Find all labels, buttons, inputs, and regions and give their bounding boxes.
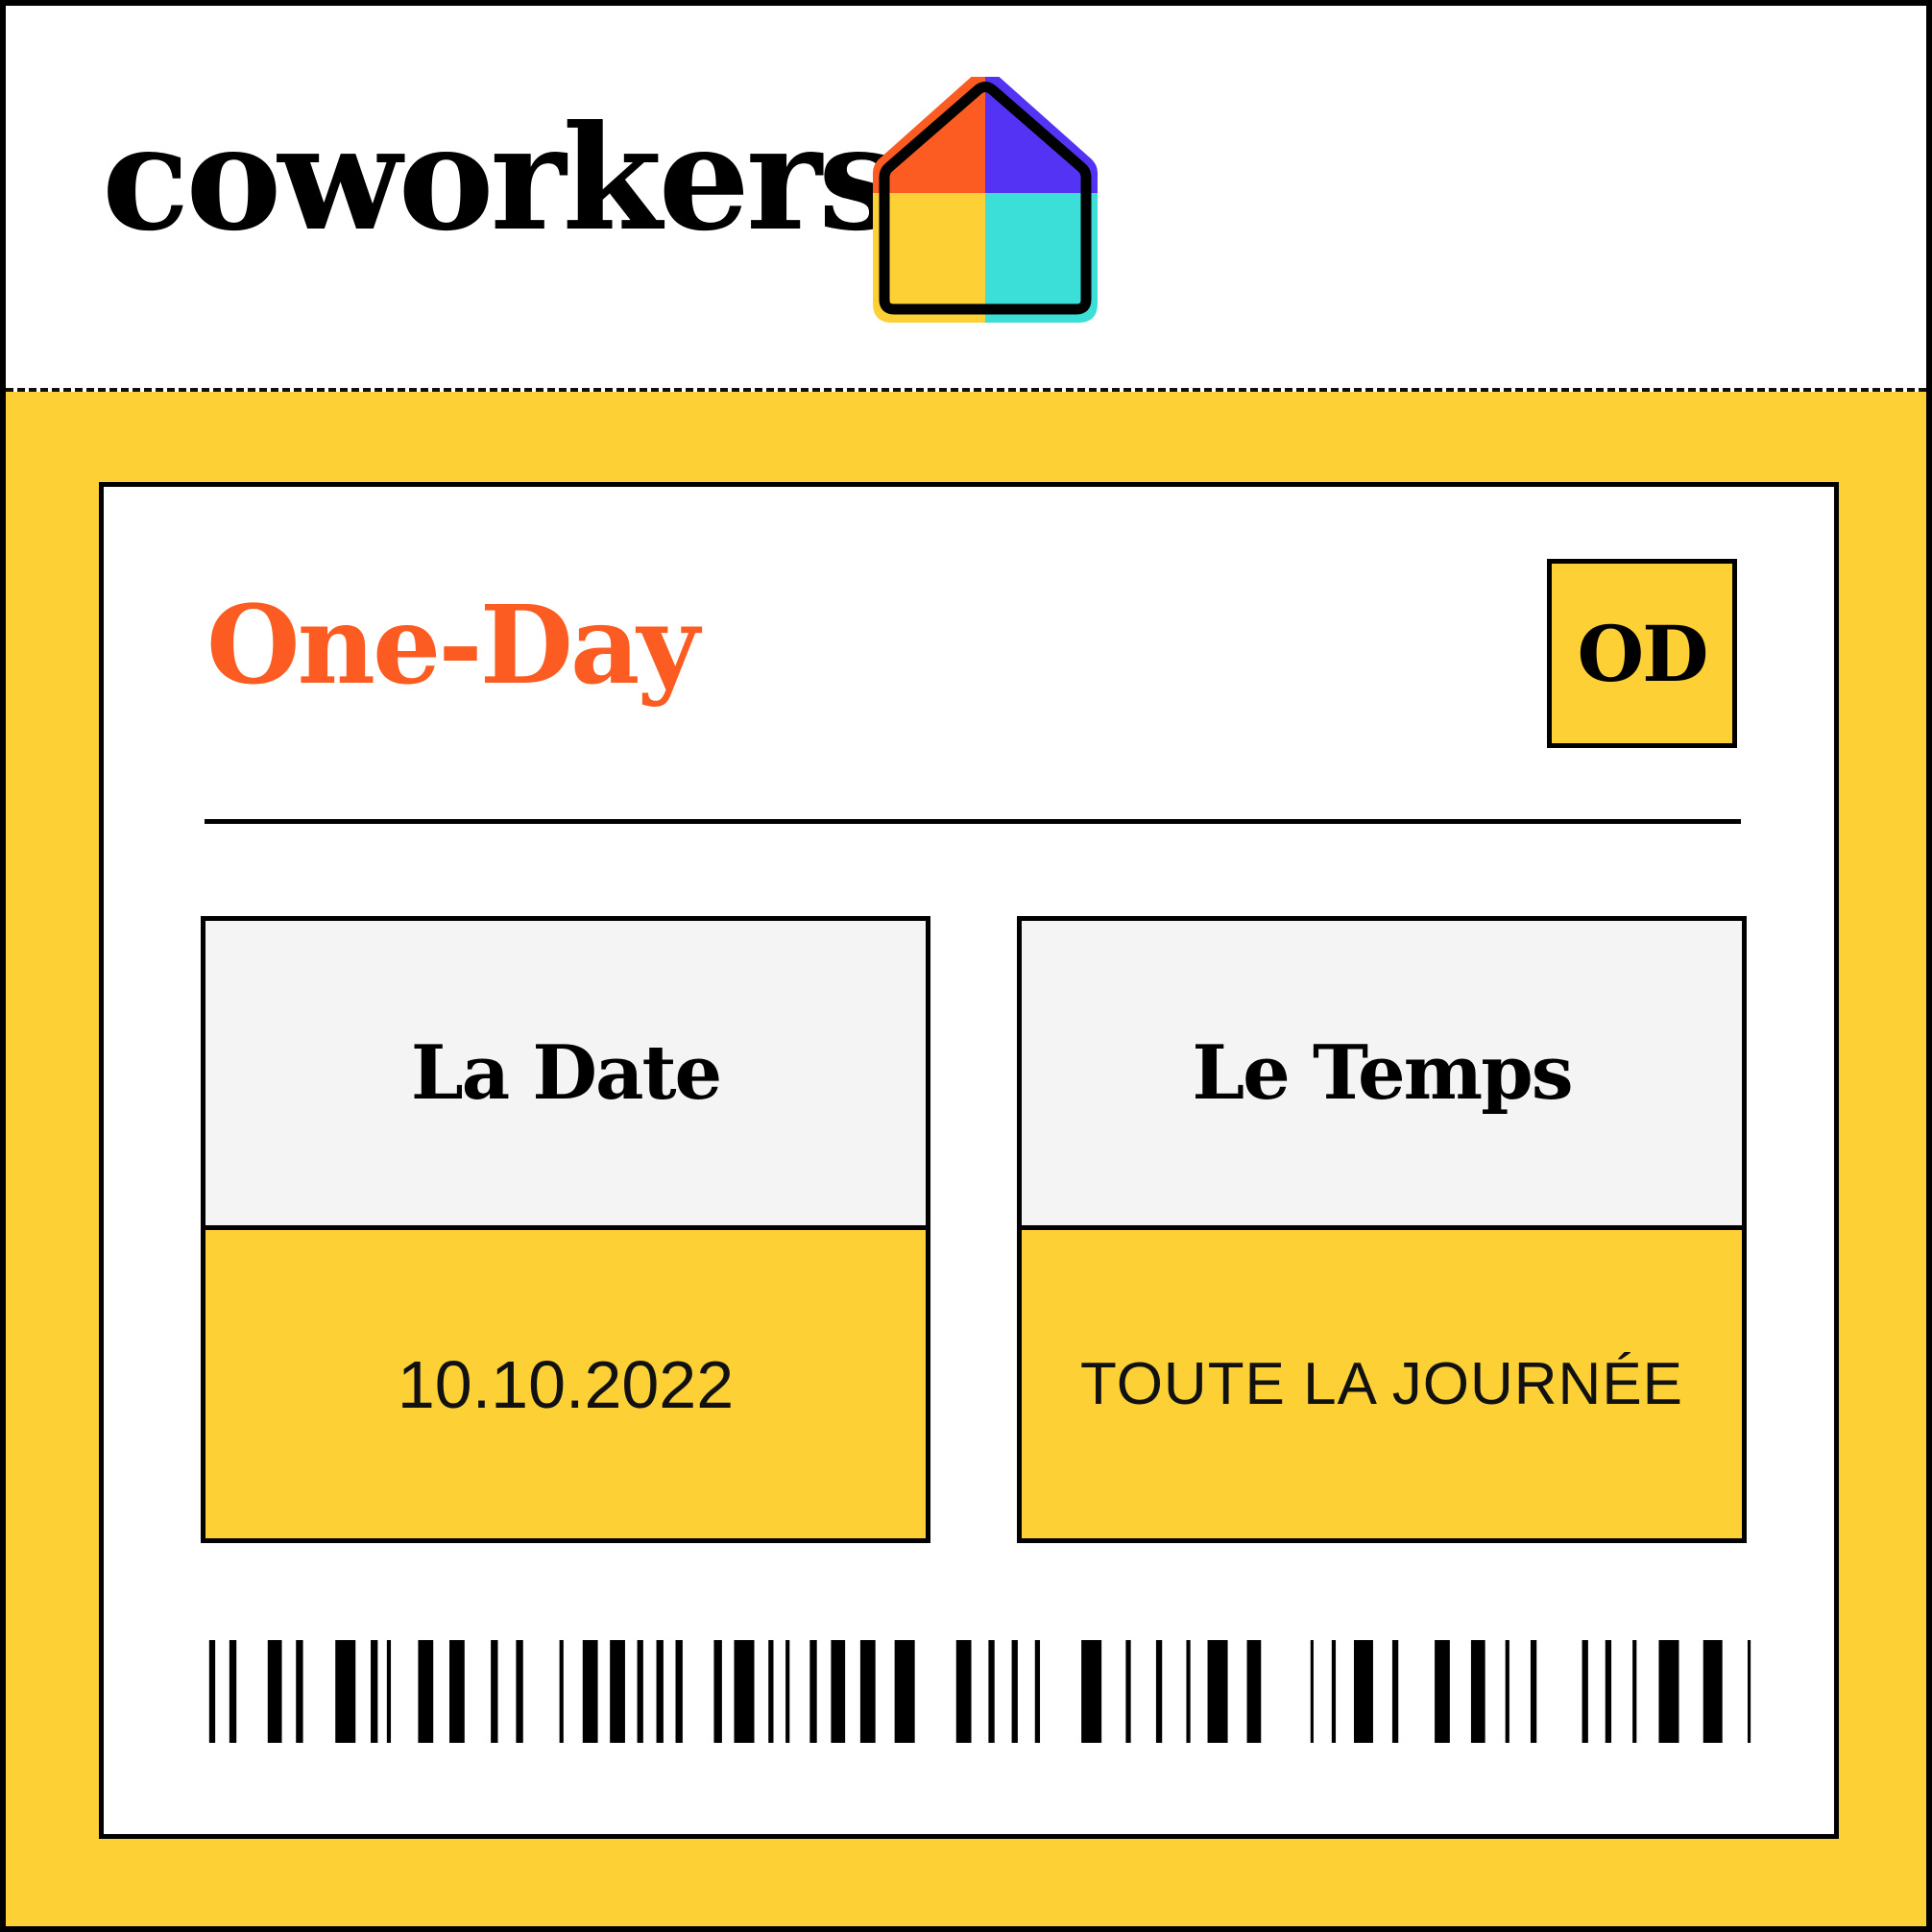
barcode-bar xyxy=(1470,1640,1485,1743)
barcode-bar xyxy=(785,1640,790,1743)
barcode-bar xyxy=(1505,1640,1509,1743)
barcode-bar xyxy=(267,1640,282,1743)
barcode-bar xyxy=(296,1640,303,1743)
barcode-bar xyxy=(1703,1640,1723,1743)
barcode-bar xyxy=(734,1640,755,1743)
barcode-bar xyxy=(637,1640,643,1743)
barcode-bar xyxy=(955,1640,972,1743)
barcode-bar xyxy=(713,1640,722,1743)
barcode-bar xyxy=(988,1640,995,1743)
time-box: Le Temps TOUTE LA JOURNÉE xyxy=(1017,916,1747,1543)
barcode-bar xyxy=(386,1640,392,1743)
barcode-bar xyxy=(1391,1640,1399,1743)
barcode-icon xyxy=(208,1640,1751,1743)
barcode-bar xyxy=(418,1640,434,1743)
barcode-bar xyxy=(1011,1640,1018,1743)
barcode-bar xyxy=(894,1640,915,1743)
barcode-bar xyxy=(1034,1640,1041,1743)
barcode-bar xyxy=(1207,1640,1228,1743)
barcode-bar xyxy=(229,1640,237,1743)
barcode-bar xyxy=(1125,1640,1131,1743)
barcode-bar xyxy=(582,1640,598,1743)
barcode-bar xyxy=(1632,1640,1637,1743)
ticket-code-badge: OD xyxy=(1547,559,1737,748)
brand-name: coworkers xyxy=(102,94,899,263)
barcode-bar xyxy=(768,1640,774,1743)
barcode-bar xyxy=(1353,1640,1373,1743)
barcode-bar xyxy=(1186,1640,1191,1743)
barcode-bar xyxy=(335,1640,356,1743)
barcode-bar xyxy=(675,1640,683,1743)
barcode-bar xyxy=(831,1640,846,1743)
barcode-bar xyxy=(610,1640,625,1743)
barcode-bar xyxy=(371,1640,378,1743)
date-label: La Date xyxy=(205,921,926,1230)
barcode-bar xyxy=(809,1640,817,1743)
ticket-title: One-Day xyxy=(206,583,700,709)
barcode-bar xyxy=(1310,1640,1314,1743)
house-logo-icon xyxy=(873,77,1098,323)
divider xyxy=(205,819,1741,824)
time-value: TOUTE LA JOURNÉE xyxy=(1079,1351,1684,1417)
barcode-bar xyxy=(1435,1640,1450,1743)
barcode-bar xyxy=(559,1640,564,1743)
barcode-bar xyxy=(516,1640,523,1743)
barcode-bar xyxy=(656,1640,664,1743)
time-label: Le Temps xyxy=(1022,921,1742,1230)
barcode-bar xyxy=(1582,1640,1588,1743)
ticket-card: One-Day OD La Date 10.10.2022 Le Temps T… xyxy=(99,482,1839,1839)
barcode-bar xyxy=(449,1640,465,1743)
barcode-bar xyxy=(1246,1640,1262,1743)
barcode-bar xyxy=(1530,1640,1537,1743)
date-box: La Date 10.10.2022 xyxy=(201,916,930,1543)
barcode-bar xyxy=(859,1640,876,1743)
barcode-bar xyxy=(1081,1640,1102,1743)
barcode-bar xyxy=(1658,1640,1679,1743)
barcode-bar xyxy=(1605,1640,1612,1743)
barcode-bar xyxy=(491,1640,498,1743)
barcode-bar xyxy=(1155,1640,1163,1743)
ticket-frame: coworkers One-Day OD La Date 10.10.2022 … xyxy=(0,0,1932,1932)
barcode-bar xyxy=(1747,1640,1751,1743)
barcode-bar xyxy=(1331,1640,1337,1743)
date-value: 10.10.2022 xyxy=(397,1346,735,1422)
barcode-bar xyxy=(208,1640,216,1743)
header: coworkers xyxy=(6,6,1926,392)
